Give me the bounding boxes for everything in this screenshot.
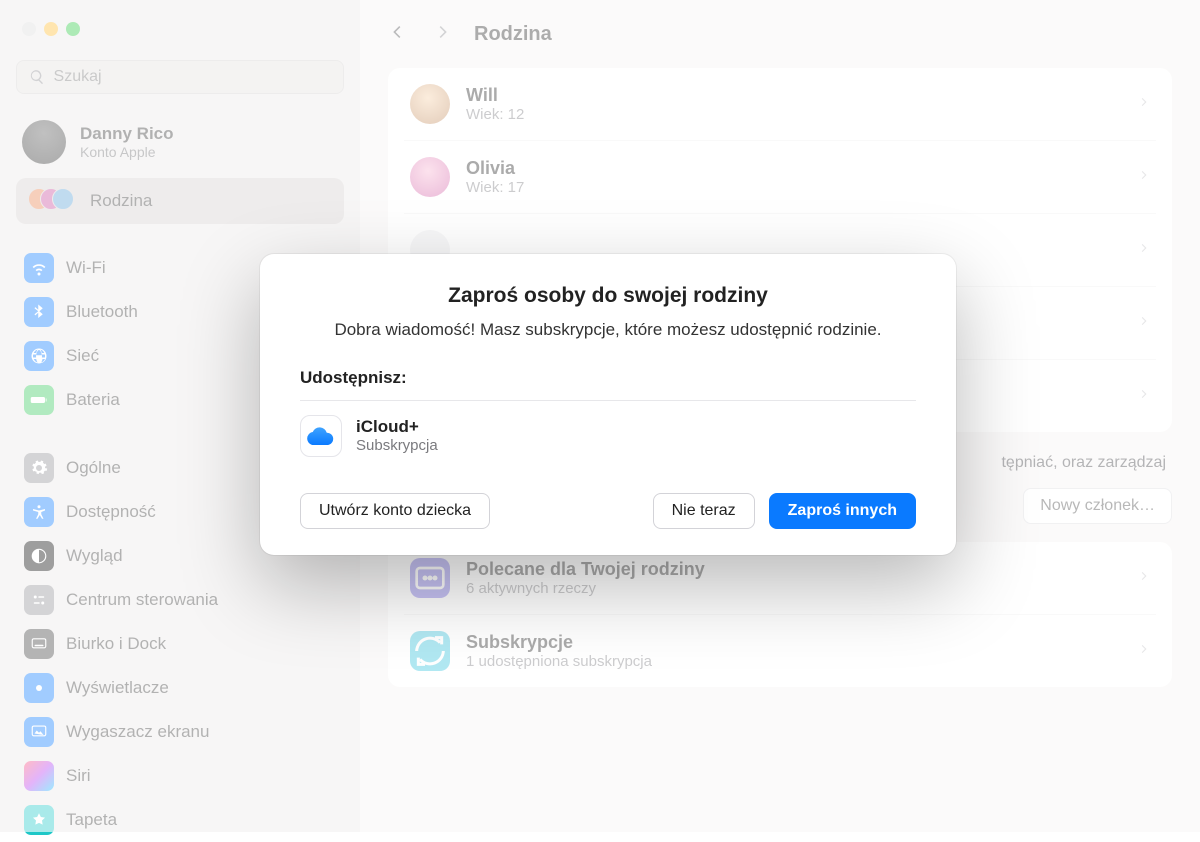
dialog-title: Zaproś osoby do swojej rodziny [300, 284, 916, 308]
share-item-row: iCloud+ Subskrypcja [300, 400, 916, 471]
dialog-subtitle: Dobra wiadomość! Masz subskrypcje, które… [300, 318, 916, 342]
dialog-actions: Utwórz konto dziecka Nie teraz Zaproś in… [300, 493, 916, 529]
create-child-account-button[interactable]: Utwórz konto dziecka [300, 493, 490, 529]
share-header: Udostępnisz: [300, 368, 916, 388]
share-item-name: iCloud+ [356, 417, 438, 437]
invite-others-button[interactable]: Zaproś innych [769, 493, 916, 529]
share-item-sub: Subskrypcja [356, 437, 438, 454]
not-now-button[interactable]: Nie teraz [653, 493, 755, 529]
invite-family-dialog: Zaproś osoby do swojej rodziny Dobra wia… [260, 254, 956, 555]
icloud-icon [300, 415, 342, 457]
